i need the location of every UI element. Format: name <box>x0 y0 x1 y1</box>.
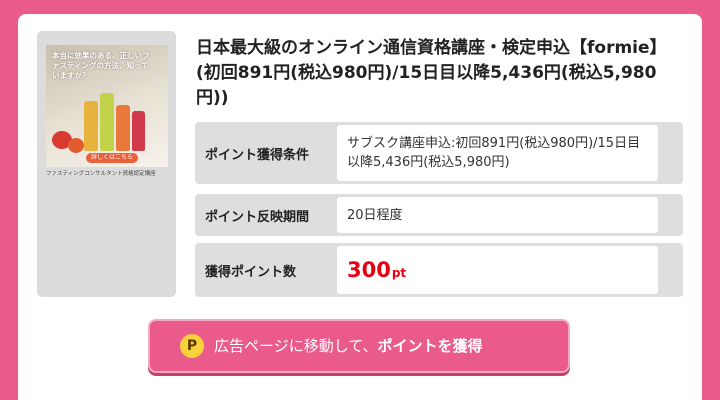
banner-headline: 本当に効果のある、正しいファスティングの方法、知っていますか？ <box>52 51 150 80</box>
points-label: 獲得ポイント数 <box>205 264 297 280</box>
banner-cta: 詳しくはこちら <box>86 153 139 163</box>
cta-emphasis: ポイントを獲得 <box>377 337 483 355</box>
banner-caption: ファスティングコンサルタント資格認定講座 <box>46 171 156 177</box>
get-points-button-label: 広告ページに移動して、ポイントを獲得 <box>214 335 483 356</box>
juice-bottle-graphic <box>100 93 114 151</box>
get-points-button[interactable]: P 広告ページに移動して、ポイントを獲得 <box>148 319 570 373</box>
juice-bottle-graphic <box>132 111 145 151</box>
offer-card: 本当に効果のある、正しいファスティングの方法、知っていますか？ 詳しくはこちら … <box>18 14 702 400</box>
condition-label: ポイント獲得条件 <box>205 147 310 163</box>
points-unit: pt <box>391 265 407 280</box>
reflection-period-value: 20日程度 <box>337 197 658 233</box>
banner-image[interactable]: 本当に効果のある、正しいファスティングの方法、知っていますか？ 詳しくはこちら <box>46 45 168 167</box>
offer-title: 日本最大級のオンライン通信資格講座・検定申込【formie】(初回891円(税込… <box>196 38 667 108</box>
cta-prefix: 広告ページに移動して、 <box>214 337 378 355</box>
reflection-period-label: ポイント反映期間 <box>205 209 310 225</box>
points-number: 300 <box>347 257 391 282</box>
banner-panel: 本当に効果のある、正しいファスティングの方法、知っていますか？ 詳しくはこちら … <box>37 31 176 297</box>
points-value: 300 pt <box>337 246 658 294</box>
condition-row: ポイント獲得条件 サブスク講座申込:初回891円(税込980円)/15日目以降5… <box>195 122 683 184</box>
point-coin-icon: P <box>180 334 204 358</box>
juice-bottle-graphic <box>116 105 130 151</box>
juice-bottle-graphic <box>84 101 98 151</box>
tomato-graphic <box>68 138 84 153</box>
points-row: 獲得ポイント数 300 pt <box>195 243 683 297</box>
reflection-period-row: ポイント反映期間 20日程度 <box>195 194 683 236</box>
condition-value: サブスク講座申込:初回891円(税込980円)/15日目以降5,436円(税込5… <box>337 125 658 181</box>
